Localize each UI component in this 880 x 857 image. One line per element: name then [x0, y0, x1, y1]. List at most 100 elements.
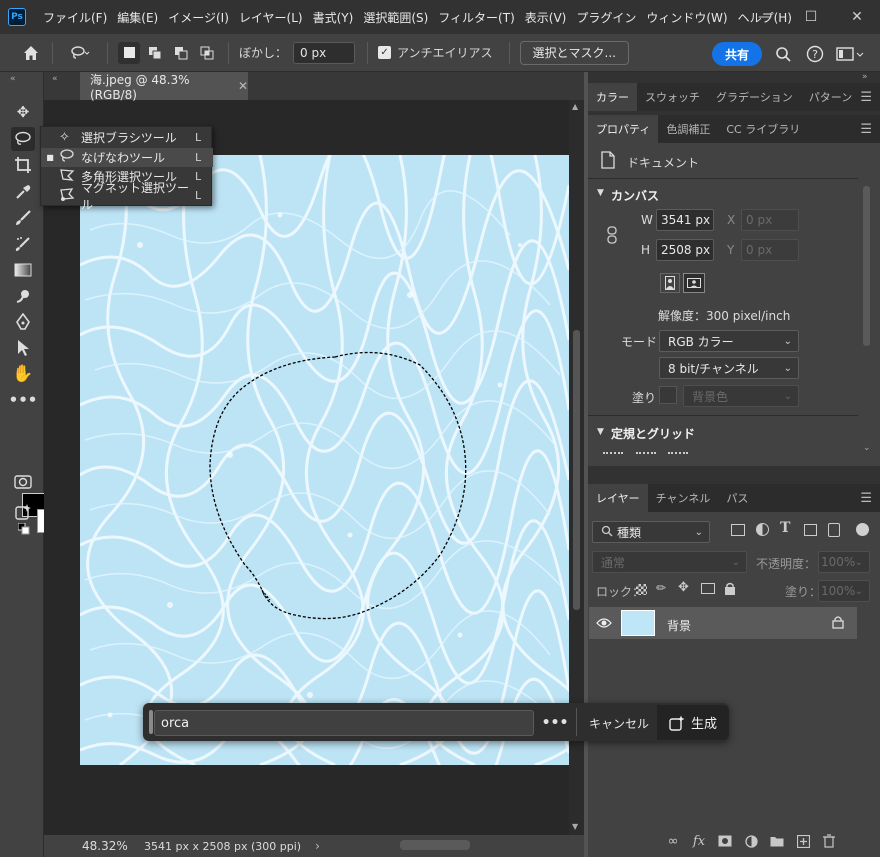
default-colors-icon[interactable] — [17, 522, 30, 538]
new-layer-icon[interactable] — [790, 832, 816, 850]
pen-tool-icon[interactable] — [11, 310, 35, 334]
tab-channels[interactable]: チャンネル — [648, 484, 719, 512]
intersect-selection-icon[interactable] — [196, 42, 218, 64]
collapse-chevron-icon[interactable]: « — [10, 74, 16, 84]
lasso-preset-icon[interactable] — [63, 42, 97, 64]
zoom-level[interactable]: 48.32% — [82, 839, 144, 853]
menu-view[interactable]: 表示(V) — [520, 9, 572, 26]
flyout-item-brush-select[interactable]: ✧ 選択ブラシツール L — [41, 128, 213, 147]
search-icon[interactable] — [771, 42, 795, 66]
tab-gradients[interactable]: グラデーション — [708, 83, 801, 111]
generative-prompt-input[interactable]: orca — [154, 710, 534, 736]
eyedropper-tool-icon[interactable] — [11, 180, 35, 204]
shape-filter-icon[interactable] — [804, 524, 817, 536]
lock-position-icon[interactable]: ✥ — [678, 580, 689, 595]
link-dimensions-icon[interactable] — [606, 226, 618, 248]
add-mask-icon[interactable] — [712, 832, 738, 850]
lock-all-icon[interactable] — [724, 582, 736, 598]
feather-input[interactable]: 0 px — [293, 41, 356, 64]
landscape-orientation-icon[interactable] — [683, 273, 705, 293]
generative-ai-icon[interactable] — [11, 500, 35, 524]
antialias-checkbox[interactable]: ✓ — [378, 46, 392, 59]
move-tool-icon[interactable]: ✥ — [11, 100, 35, 124]
share-button[interactable]: 共有 — [712, 42, 762, 66]
horizontal-scroll-thumb[interactable] — [400, 840, 470, 850]
adjustment-filter-icon[interactable] — [756, 523, 769, 536]
more-options-icon[interactable]: ••• — [541, 710, 569, 736]
tab-patterns[interactable]: パターン — [801, 83, 860, 111]
properties-scroll-down-icon[interactable]: ⌄ — [863, 443, 871, 453]
bit-depth-select[interactable]: 8 bit/チャンネル ⌄ — [659, 357, 799, 379]
new-selection-icon[interactable] — [118, 41, 140, 64]
document-tab[interactable]: 海.jpeg @ 48.3% (RGB/8) ✕ — [80, 72, 248, 102]
fill-color-swatch[interactable] — [659, 386, 677, 404]
quick-mask-icon[interactable] — [11, 470, 35, 494]
tab-layers[interactable]: レイヤー — [588, 484, 648, 512]
close-tab-icon[interactable]: ✕ — [238, 79, 248, 93]
pixel-filter-icon[interactable] — [731, 524, 745, 536]
layer-filter-select[interactable]: 種類 ⌄ — [592, 521, 710, 543]
menu-image[interactable]: イメージ(I) — [163, 9, 234, 26]
brush-tool-icon[interactable] — [11, 206, 35, 230]
visibility-eye-icon[interactable] — [596, 617, 612, 632]
menu-window[interactable]: ウィンドウ(W) — [641, 9, 732, 26]
maximize-icon[interactable]: ☐ — [788, 0, 834, 34]
expand-chevron-icon[interactable]: « — [52, 74, 58, 84]
dodge-tool-icon[interactable] — [11, 284, 35, 308]
rulers-collapse-chevron-icon[interactable]: ▼ — [597, 427, 604, 437]
image-canvas[interactable] — [80, 155, 569, 765]
fx-icon[interactable]: fx — [686, 832, 712, 850]
more-tools-icon[interactable]: ••• — [9, 388, 38, 412]
lock-transparent-icon[interactable] — [636, 584, 647, 595]
width-field[interactable]: 3541 px — [656, 209, 714, 231]
gradient-tool-icon[interactable] — [11, 258, 35, 282]
workspace-icon[interactable] — [833, 42, 867, 66]
minimize-icon[interactable]: — — [742, 0, 788, 34]
status-menu-chevron-icon[interactable]: › — [315, 839, 320, 853]
lasso-tool-icon[interactable] — [11, 127, 35, 151]
lock-artboard-icon[interactable] — [701, 583, 715, 594]
adjustment-layer-icon[interactable] — [738, 832, 764, 850]
panel-menu-icon[interactable]: ☰ — [860, 90, 872, 105]
portrait-orientation-icon[interactable] — [660, 273, 680, 293]
flyout-item-lasso[interactable]: ■ なげなわツール L — [41, 148, 213, 167]
menu-layer[interactable]: レイヤー(L) — [234, 9, 308, 26]
menu-plugins[interactable]: プラグイン — [571, 9, 641, 26]
close-icon[interactable]: ✕ — [834, 0, 880, 34]
subtract-selection-icon[interactable] — [170, 42, 192, 64]
menu-select[interactable]: 選択範囲(S) — [358, 9, 433, 26]
cancel-button[interactable]: キャンセル — [584, 710, 654, 736]
vertical-scroll-thumb[interactable] — [573, 330, 580, 610]
drag-handle[interactable] — [149, 710, 153, 734]
select-and-mask-button[interactable]: 選択とマスク... — [519, 40, 629, 65]
help-icon[interactable]: ? — [803, 42, 827, 66]
guides-icon[interactable] — [668, 452, 688, 458]
layer-lock-icon[interactable] — [832, 615, 844, 632]
smart-object-filter-icon[interactable] — [828, 523, 840, 537]
menu-file[interactable]: ファイル(F) — [38, 9, 112, 26]
grid-icon[interactable] — [636, 452, 656, 458]
menu-type[interactable]: 書式(Y) — [308, 9, 359, 26]
add-selection-icon[interactable] — [144, 42, 166, 64]
delete-layer-icon[interactable] — [816, 832, 842, 850]
hand-tool-icon[interactable]: ✋ — [11, 362, 35, 386]
flyout-item-magnetic-lasso[interactable]: マグネット選択ツール L — [41, 181, 213, 212]
panel-menu-icon[interactable]: ☰ — [860, 491, 872, 506]
menu-filter[interactable]: フィルター(T) — [433, 9, 519, 26]
panel-expand-chevron-icon[interactable]: » — [862, 72, 868, 82]
tab-swatches[interactable]: スウォッチ — [637, 83, 708, 111]
crop-tool-icon[interactable] — [11, 153, 35, 177]
new-group-icon[interactable] — [764, 832, 790, 850]
panel-menu-icon[interactable]: ☰ — [860, 122, 872, 137]
type-filter-icon[interactable]: T — [780, 520, 790, 536]
height-field[interactable]: 2508 px — [656, 239, 714, 261]
section-collapse-chevron-icon[interactable]: ▼ — [597, 188, 604, 198]
tab-cc-libraries[interactable]: CC ライブラリ — [718, 115, 808, 143]
home-icon[interactable] — [20, 42, 42, 64]
link-layers-icon[interactable]: ∞ — [660, 832, 686, 850]
lock-pixels-icon[interactable]: ✏ — [656, 581, 666, 595]
generate-button[interactable]: 生成 — [657, 705, 729, 740]
tab-properties[interactable]: プロパティ — [588, 115, 659, 143]
healing-tool-icon[interactable] — [11, 232, 35, 256]
color-mode-select[interactable]: RGB カラー ⌄ — [659, 330, 799, 352]
